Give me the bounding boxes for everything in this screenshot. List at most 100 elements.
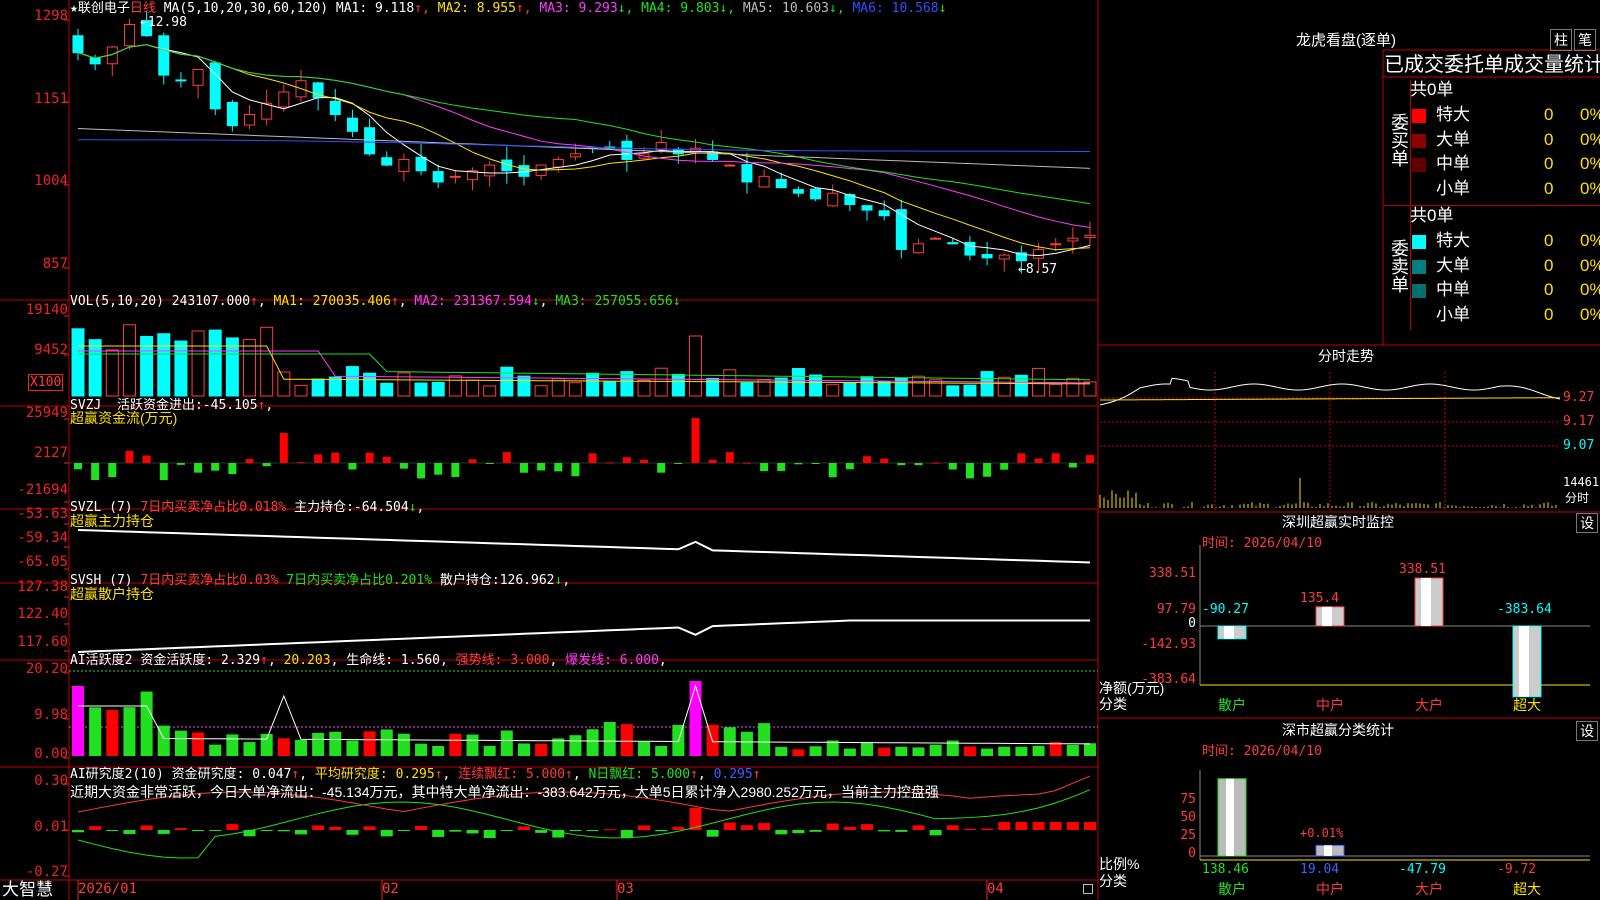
research-bar bbox=[603, 829, 616, 831]
research-bar bbox=[535, 830, 548, 833]
activity-bar bbox=[415, 743, 428, 756]
fund-bar bbox=[211, 463, 220, 471]
intraday-vol: 14461 bbox=[1563, 475, 1600, 489]
activity-bar bbox=[243, 742, 256, 756]
classify-settings-button[interactable]: 设 bbox=[1576, 721, 1598, 741]
activity-bar bbox=[226, 734, 239, 756]
volume-bar bbox=[809, 374, 823, 397]
research-bar bbox=[1032, 822, 1045, 830]
order-pct: 0% bbox=[1580, 129, 1600, 149]
order-row: 特大 0 0% bbox=[1410, 230, 1600, 252]
research-bar bbox=[706, 830, 719, 837]
activity-bar bbox=[963, 746, 976, 756]
activity-bar bbox=[466, 734, 479, 756]
stats-title: 已成交委托单成交量统计 bbox=[1384, 54, 1600, 76]
research-bar bbox=[1015, 822, 1028, 830]
candle-body bbox=[449, 175, 461, 178]
activity-bar bbox=[432, 745, 445, 756]
pen-view-button[interactable]: 笔 bbox=[1574, 29, 1596, 51]
lock-icon[interactable] bbox=[1083, 884, 1093, 894]
volume-bar bbox=[225, 337, 239, 397]
fund-bar bbox=[691, 418, 700, 463]
order-color-swatch bbox=[1412, 109, 1426, 123]
candle-body bbox=[209, 62, 221, 110]
volume-bar bbox=[517, 375, 531, 397]
ma-legend: MA1: 9.118↑, MA2: 8.955↑, MA3: 9.293↓, M… bbox=[335, 1, 947, 16]
volume-bar bbox=[997, 376, 1011, 397]
research-bar bbox=[500, 830, 513, 831]
fund-bar bbox=[588, 453, 597, 463]
order-count: 0 bbox=[1544, 231, 1554, 250]
activity-bar bbox=[655, 745, 668, 756]
monitor-bar-highlight bbox=[1519, 626, 1529, 697]
volume-bar bbox=[671, 373, 685, 397]
volume-bar bbox=[963, 384, 977, 397]
stock-name[interactable]: 联创电子 bbox=[78, 1, 130, 16]
fund-bar bbox=[245, 459, 254, 463]
research-bar bbox=[346, 830, 359, 835]
activity-bar bbox=[569, 735, 582, 756]
candle-body bbox=[432, 171, 444, 183]
monitor-time: 时间: 2026/04/10 bbox=[1202, 536, 1322, 551]
fund-bar bbox=[742, 462, 751, 464]
sell-side-label: 委卖单 bbox=[1389, 239, 1409, 293]
research-bar bbox=[895, 830, 908, 832]
classify-axis-3: 0 bbox=[1188, 846, 1196, 861]
candle-body bbox=[89, 57, 101, 65]
candle-body bbox=[827, 192, 839, 207]
activity-bar bbox=[1032, 745, 1045, 756]
fund-bar bbox=[605, 462, 614, 464]
order-pct: 0% bbox=[1580, 178, 1600, 198]
activity-bar bbox=[294, 739, 307, 756]
volume-bar bbox=[71, 328, 85, 397]
period-label[interactable]: 日线 bbox=[130, 1, 156, 16]
fund-bar bbox=[1068, 463, 1077, 468]
classify-axis-0: 75 bbox=[1180, 792, 1196, 807]
fund-bar bbox=[931, 462, 940, 464]
volume-bar bbox=[500, 366, 514, 397]
order-name: 中单 bbox=[1436, 154, 1470, 173]
buy-side-box: 委买单 bbox=[1384, 80, 1411, 204]
activity-bar bbox=[620, 724, 633, 756]
monitor-bar-value: 135.4 bbox=[1300, 590, 1340, 606]
bar-view-button[interactable]: 柱 bbox=[1550, 29, 1572, 51]
monitor-bar-highlight bbox=[1224, 626, 1234, 639]
candle-body bbox=[1033, 248, 1045, 259]
activity-bar bbox=[106, 709, 119, 756]
monitor-settings-button[interactable]: 设 bbox=[1576, 513, 1598, 533]
fund-bar bbox=[262, 463, 271, 467]
fund-bar bbox=[554, 463, 563, 472]
classify-xlabel: 分类 bbox=[1099, 873, 1127, 889]
fund-bar bbox=[74, 463, 82, 470]
activity-bar bbox=[140, 691, 153, 756]
fund-bar bbox=[348, 463, 357, 470]
vol-value: 243107.000 bbox=[171, 294, 251, 309]
candle-body bbox=[552, 158, 564, 168]
lhb-title: 龙虎看盘(逐单) bbox=[1296, 32, 1396, 49]
activity-bar bbox=[72, 686, 84, 756]
activity-bar bbox=[895, 746, 908, 756]
vol-ma2: MA2: 231367.594 bbox=[414, 294, 532, 309]
research-bar bbox=[192, 830, 205, 832]
fund-bar bbox=[880, 458, 889, 463]
ma-legend-item: MA4: 9.803 bbox=[633, 1, 720, 16]
chart-canvas[interactable] bbox=[0, 0, 1600, 900]
volume-bar bbox=[946, 385, 960, 397]
fund-bar bbox=[537, 463, 546, 471]
candle-body bbox=[1067, 237, 1079, 242]
volume-bar bbox=[431, 381, 445, 397]
activity-bar bbox=[998, 746, 1011, 756]
research-bar bbox=[775, 830, 788, 835]
main-axis-1: 1151 bbox=[34, 91, 68, 107]
classify-bar-value: -47.79 bbox=[1399, 862, 1446, 877]
xaxis-label-3: 04 bbox=[987, 881, 1004, 897]
research-bar bbox=[397, 830, 410, 831]
vol-unit-button[interactable]: X100 bbox=[28, 374, 64, 391]
research-bar bbox=[380, 830, 393, 837]
fund-bar bbox=[91, 463, 100, 481]
fund-bar bbox=[948, 463, 957, 470]
candle-body bbox=[278, 91, 290, 108]
research-bar bbox=[466, 830, 479, 834]
research-bar bbox=[363, 826, 376, 830]
fund-bar bbox=[863, 456, 872, 463]
